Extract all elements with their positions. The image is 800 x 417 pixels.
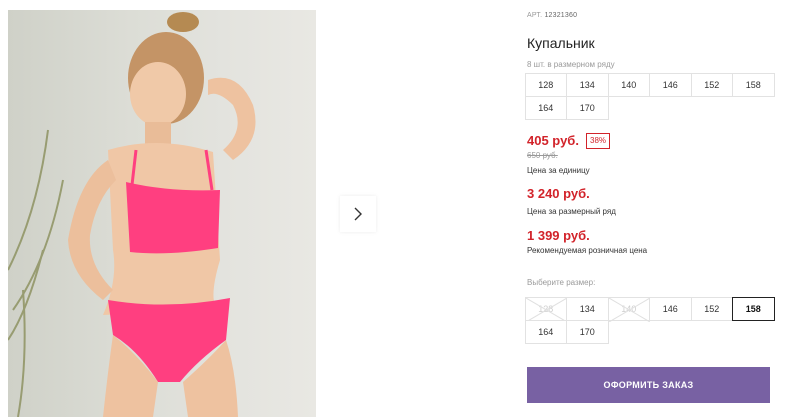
row-price: 3 240 руб. — [527, 186, 590, 201]
unavailable-cross-icon — [525, 297, 567, 322]
unit-price-caption: Цена за единицу — [527, 166, 590, 175]
product-title: Купальник — [527, 35, 595, 51]
size-row-grid: 128 134 140 146 152 158 164 170 — [524, 72, 775, 120]
product-gallery — [0, 0, 500, 417]
product-panel: АРТ. 12321360 Купальник 8 шт. в размерно… — [500, 0, 800, 417]
chevron-right-icon — [354, 207, 362, 221]
size-option-128: 128 — [524, 296, 567, 322]
unit-price: 405 руб. — [527, 133, 579, 148]
retail-price: 1 399 руб. — [527, 228, 590, 243]
size-selector: 128 134 140 146 152 158 164 170 — [524, 296, 775, 344]
size-row-cell: 158 — [732, 72, 775, 97]
row-price-caption: Цена за размерный ряд — [527, 207, 616, 216]
size-row-cell: 134 — [566, 72, 609, 97]
size-option-label: 164 — [538, 326, 554, 337]
size-option-140: 140 — [607, 296, 650, 322]
article-value: 12321360 — [544, 12, 578, 19]
size-option-152[interactable]: 152 — [690, 296, 733, 321]
size-option-label: 152 — [704, 303, 720, 314]
size-option-146[interactable]: 146 — [649, 296, 692, 321]
size-option-134[interactable]: 134 — [566, 296, 609, 321]
order-button[interactable]: ОФОРМИТЬ ЗАКАЗ — [527, 367, 770, 403]
size-option-164[interactable]: 164 — [524, 319, 567, 344]
article-number: АРТ. 12321360 — [527, 12, 577, 19]
next-image-button[interactable] — [340, 196, 376, 232]
size-row-cell: 164 — [524, 95, 567, 120]
size-row-cell: 140 — [607, 72, 650, 97]
size-row-cell: 146 — [649, 72, 692, 97]
size-option-label: 170 — [579, 326, 595, 337]
retail-price-caption: Рекомендуемая розничная цена — [527, 246, 648, 255]
size-option-158[interactable]: 158 — [732, 296, 775, 321]
size-row-cell: 170 — [566, 95, 609, 120]
size-option-170[interactable]: 170 — [566, 319, 609, 344]
article-label: АРТ. — [527, 12, 543, 19]
size-row-note: 8 шт. в размерном ряду — [527, 60, 615, 69]
discount-badge: 38% — [586, 133, 611, 149]
size-option-label: 146 — [662, 303, 678, 314]
size-row-cell: 128 — [524, 72, 567, 97]
size-option-label: 158 — [745, 303, 761, 314]
unavailable-cross-icon — [608, 297, 650, 322]
choose-size-label: Выберите размер: — [527, 278, 596, 287]
product-photo — [8, 10, 316, 417]
old-price: 650 руб. — [527, 151, 558, 160]
size-option-label: 134 — [579, 303, 595, 314]
size-row-cell: 152 — [690, 72, 733, 97]
